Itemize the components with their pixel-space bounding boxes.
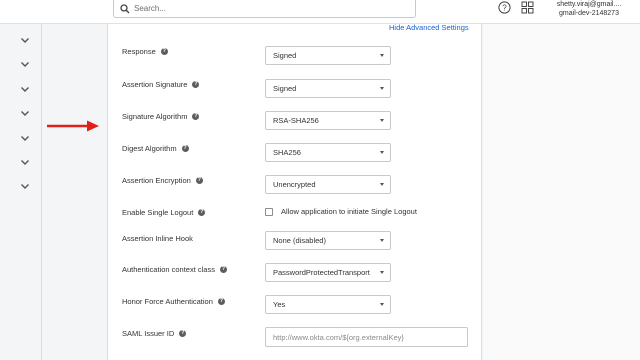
help-icon[interactable]: ? [195,177,203,184]
svg-text:?: ? [502,3,507,12]
chevron-down-icon[interactable] [20,37,30,44]
right-pane [483,24,640,360]
signature-algorithm-label: Signature Algorithm? [122,112,200,121]
assertion-signature-label: Assertion Signature? [122,80,200,89]
chevron-down-icon[interactable] [20,159,30,166]
help-icon[interactable]: ? [179,330,187,337]
help-icon[interactable]: ? [160,48,168,55]
single-logout-checkbox-label[interactable]: Allow application to initiate Single Log… [281,207,417,216]
hide-advanced-settings-link[interactable]: Hide Advanced Settings [389,23,469,32]
caret-down-icon [380,87,384,90]
chevron-down-icon[interactable] [20,110,30,117]
help-icon[interactable]: ? [219,266,227,273]
caret-down-icon [380,271,384,274]
user-menu[interactable]: shetty.viraj@gmail.... gmail-dev-2148273 [540,0,638,18]
assertion-inline-hook-label: Assertion Inline Hook [122,234,193,243]
response-label: Response? [122,47,168,56]
response-select[interactable]: Signed [265,46,391,65]
sidebar [0,24,42,360]
search-input[interactable]: Search... [113,0,416,18]
apps-grid-icon[interactable] [521,1,534,14]
chevron-down-icon[interactable] [20,61,30,68]
caret-down-icon [380,119,384,122]
caret-down-icon [380,239,384,242]
caret-down-icon [380,303,384,306]
chevron-down-icon[interactable] [20,135,30,142]
saml-issuer-id-label: SAML Issuer ID? [122,329,187,338]
digest-algorithm-label: Digest Algorithm? [122,144,189,153]
saml-issuer-id-input[interactable]: http://www.okta.com/${org.externalKey} [265,327,468,347]
help-icon[interactable]: ? [498,1,511,14]
help-icon[interactable]: ? [198,209,206,216]
enable-single-logout-label: Enable Single Logout? [122,208,206,217]
top-bar: Search... ? shetty.viraj@gmail.... gmail… [0,0,640,24]
caret-down-icon [380,151,384,154]
search-placeholder: Search... [134,4,167,13]
digest-algorithm-select[interactable]: SHA256 [265,143,391,162]
help-icon[interactable]: ? [192,113,200,120]
honor-force-authentication-select[interactable]: Yes [265,295,391,314]
help-icon[interactable]: ? [192,81,200,88]
chevron-down-icon[interactable] [20,86,30,93]
assertion-signature-select[interactable]: Signed [265,79,391,98]
chevron-down-icon[interactable] [20,183,30,190]
user-org: gmail-dev-2148273 [559,10,619,17]
user-email: shetty.viraj@gmail.... [556,1,622,8]
assertion-inline-hook-select[interactable]: None (disabled) [265,231,391,250]
search-icon [120,3,130,13]
honor-force-authentication-label: Honor Force Authentication? [122,297,225,306]
red-arrow-annotation [47,120,99,132]
help-icon[interactable]: ? [217,298,225,305]
assertion-encryption-label: Assertion Encryption? [122,176,203,185]
authentication-context-class-label: Authentication context class? [122,265,227,274]
caret-down-icon [380,54,384,57]
single-logout-checkbox[interactable] [265,208,273,216]
assertion-encryption-select[interactable]: Unencrypted [265,175,391,194]
signature-algorithm-select[interactable]: RSA-SHA256 [265,111,391,130]
caret-down-icon [380,183,384,186]
authentication-context-class-select[interactable]: PasswordProtectedTransport [265,263,391,282]
help-icon[interactable]: ? [181,145,189,152]
